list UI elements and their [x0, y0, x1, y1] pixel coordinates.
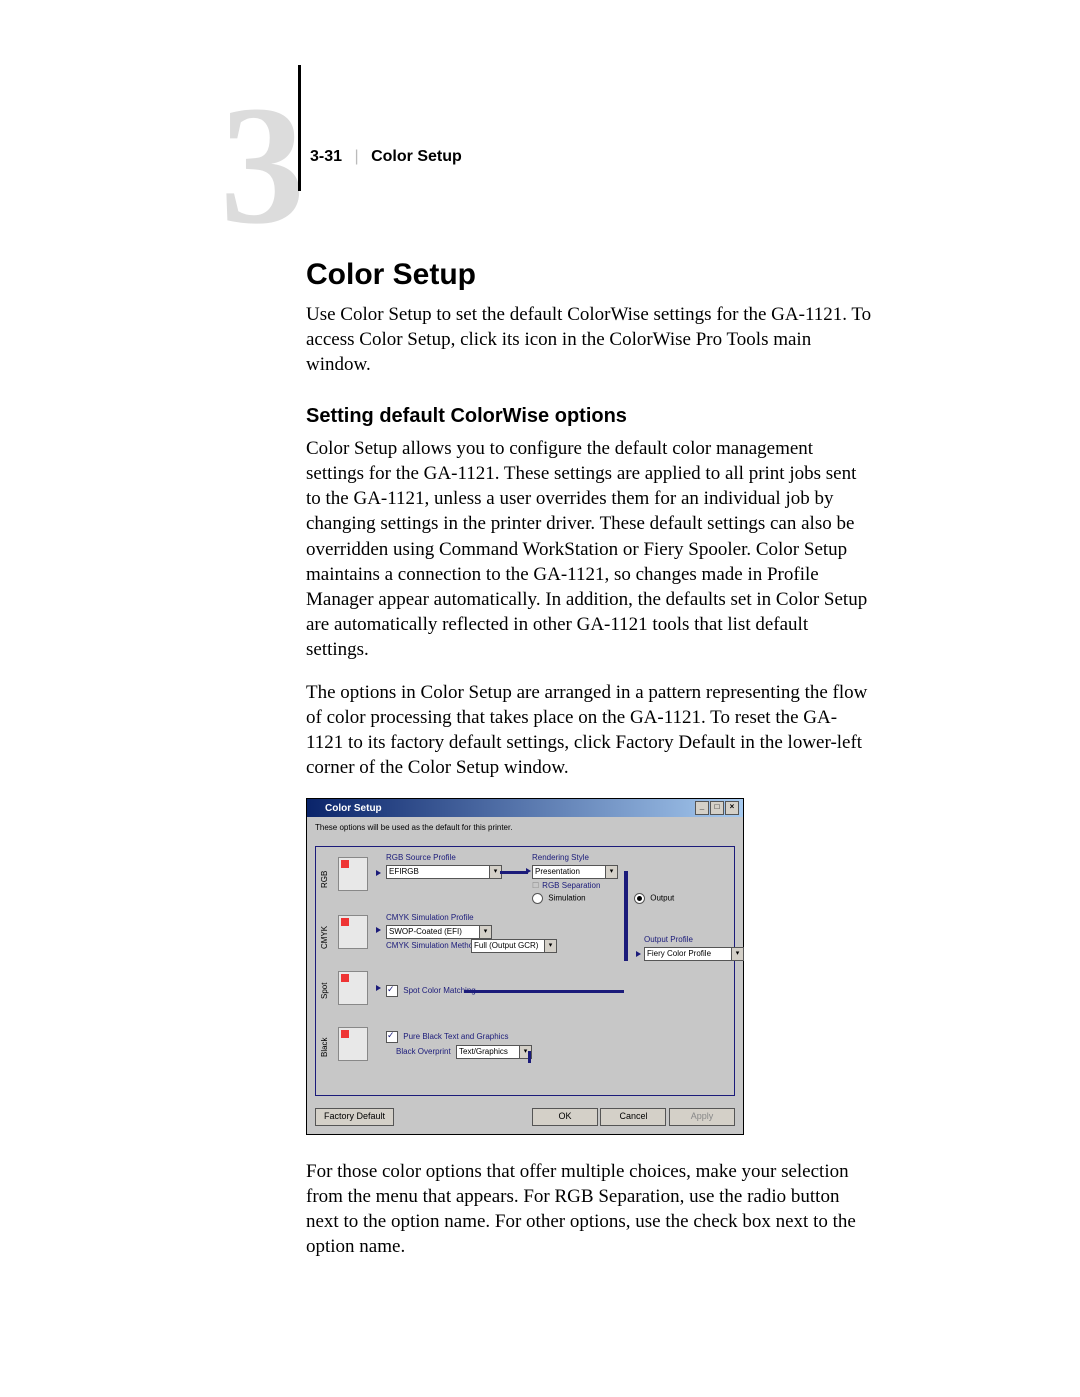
output-radio[interactable] — [634, 893, 645, 904]
pure-black-label: Pure Black Text and Graphics — [403, 1032, 508, 1041]
chevron-down-icon: ▾ — [544, 940, 556, 952]
dialog-footer: Factory Default OK Cancel Apply — [307, 1104, 743, 1134]
page-number: 3-31 — [310, 148, 342, 165]
close-icon[interactable]: × — [725, 801, 739, 815]
dialog-note: These options will be used as the defaul… — [307, 817, 743, 842]
output-profile-value: Fiery Color Profile — [647, 949, 711, 958]
factory-default-button[interactable]: Factory Default — [315, 1108, 394, 1126]
maximize-icon[interactable]: □ — [710, 801, 724, 815]
rgb-separation-label: ☐RGB Separation — [532, 881, 600, 890]
cmyk-simulation-method-dropdown[interactable]: Full (Output GCR) ▾ — [471, 939, 557, 953]
paragraph-3: For those color options that offer multi… — [306, 1159, 872, 1259]
output-profile-dropdown[interactable]: Fiery Color Profile ▾ — [644, 947, 744, 961]
black-overprint-dropdown[interactable]: Text/Graphics ▾ — [456, 1045, 532, 1059]
chevron-down-icon: ▾ — [479, 926, 491, 938]
cancel-button[interactable]: Cancel — [600, 1108, 666, 1126]
paragraph-2: The options in Color Setup are arranged … — [306, 680, 872, 780]
black-overprint-value: Text/Graphics — [459, 1047, 508, 1056]
document-page: 3 3-31 | Color Setup Color Setup Use Col… — [0, 0, 1080, 1397]
spot-section-label: Spot — [320, 973, 338, 1009]
cmyk-simulation-method-label: CMYK Simulation Method — [386, 941, 478, 950]
chevron-down-icon: ▾ — [731, 948, 743, 960]
intro-paragraph: Use Color Setup to set the default Color… — [306, 302, 872, 377]
color-flow-diagram: RGB CMYK Spot Black RGB Source Profile E… — [315, 846, 735, 1096]
cmyk-thumb-icon — [338, 915, 368, 949]
chevron-down-icon: ▾ — [605, 866, 617, 878]
section-heading-h2: Setting default ColorWise options — [306, 405, 872, 428]
output-profile-label: Output Profile — [644, 935, 693, 944]
rgb-source-profile-label: RGB Source Profile — [386, 853, 456, 862]
dialog-title: Color Setup — [325, 803, 382, 814]
color-setup-dialog: Color Setup _ □ × These options will be … — [306, 798, 744, 1135]
minimize-icon[interactable]: _ — [695, 801, 709, 815]
main-content: Color Setup Use Color Setup to set the d… — [306, 258, 872, 1278]
ok-button[interactable]: OK — [532, 1108, 598, 1126]
rgb-source-profile-value: EFIRGB — [389, 867, 419, 876]
simulation-radio-label: Simulation — [548, 894, 585, 903]
rgb-section-label: RGB — [320, 859, 338, 899]
output-radio-label: Output — [650, 894, 674, 903]
app-icon — [311, 803, 321, 813]
cmyk-simulation-profile-value: SWOP-Coated (EFI) — [389, 927, 462, 936]
simulation-radio[interactable] — [532, 893, 543, 904]
section-heading-h1: Color Setup — [306, 258, 872, 292]
runhead-title: Color Setup — [371, 148, 462, 165]
pure-black-checkbox[interactable] — [386, 1031, 398, 1043]
rendering-style-dropdown[interactable]: Presentation ▾ — [532, 865, 618, 879]
black-thumb-icon — [338, 1027, 368, 1061]
cmyk-simulation-profile-dropdown[interactable]: SWOP-Coated (EFI) ▾ — [386, 925, 492, 939]
spot-thumb-icon — [338, 971, 368, 1005]
cmyk-simulation-method-value: Full (Output GCR) — [474, 941, 538, 950]
rgb-source-profile-dropdown[interactable]: EFIRGB ▾ — [386, 865, 502, 879]
running-head: 3-31 | Color Setup — [310, 148, 462, 166]
black-section-label: Black — [320, 1027, 338, 1067]
black-overprint-label: Black Overprint — [396, 1047, 451, 1056]
apply-button[interactable]: Apply — [669, 1108, 735, 1126]
rendering-style-value: Presentation — [535, 867, 580, 876]
runhead-separator: | — [354, 148, 358, 165]
spot-color-matching-checkbox[interactable] — [386, 985, 398, 997]
dialog-titlebar: Color Setup _ □ × — [307, 799, 743, 817]
cmyk-section-label: CMYK — [320, 917, 338, 957]
rgb-thumb-icon — [338, 857, 368, 891]
paragraph-1: Color Setup allows you to configure the … — [306, 436, 872, 662]
rendering-style-label: Rendering Style — [532, 853, 589, 862]
cmyk-simulation-profile-label: CMYK Simulation Profile — [386, 913, 474, 922]
chapter-number-watermark: 3 — [220, 80, 305, 250]
header-divider — [298, 65, 301, 191]
